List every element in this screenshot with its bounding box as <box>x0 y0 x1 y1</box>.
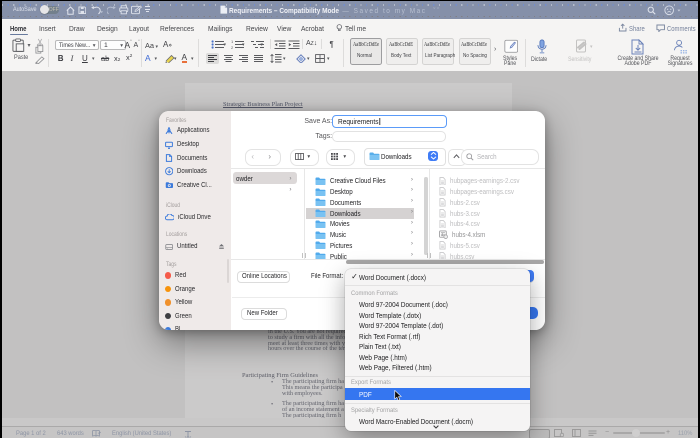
svg-text:2: 2 <box>231 45 234 49</box>
svg-text:1: 1 <box>231 40 234 44</box>
